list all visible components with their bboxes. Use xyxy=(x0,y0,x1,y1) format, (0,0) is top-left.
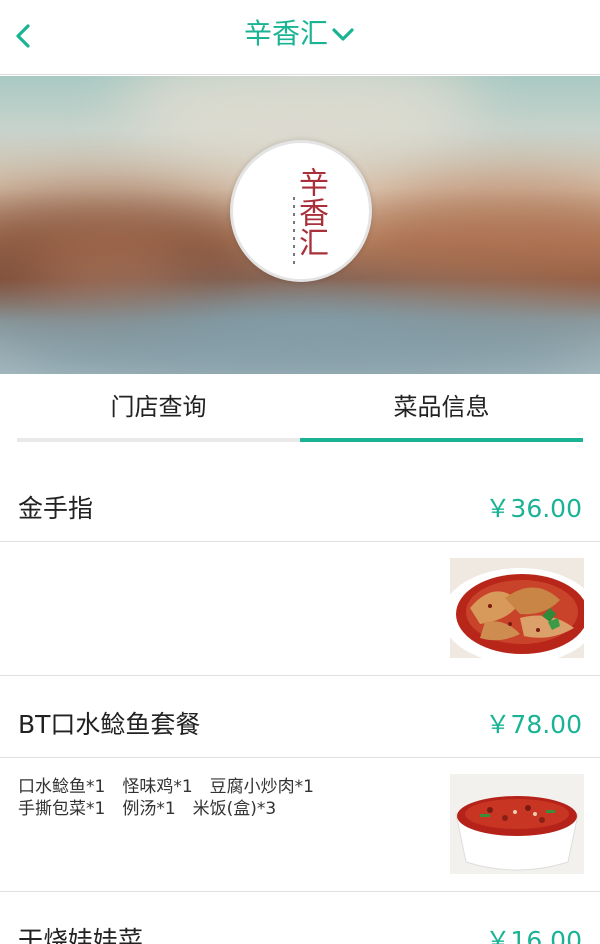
dish-name: 金手指 xyxy=(18,494,94,523)
chevron-down-icon xyxy=(332,28,354,41)
tab-label: 菜品信息 xyxy=(393,393,490,421)
banner-blur xyxy=(30,236,190,306)
tab-store-query[interactable]: 门店查询 xyxy=(17,374,300,442)
store-logo: 辛香汇 xyxy=(230,140,372,282)
dish-header[interactable]: 金手指 ￥36.00 xyxy=(0,476,600,542)
dish-header[interactable]: BT口水鲶鱼套餐 ￥78.00 xyxy=(0,692,600,758)
tab-indicator xyxy=(17,438,300,442)
dish-image[interactable] xyxy=(450,558,584,658)
dish-header[interactable]: 干烧娃娃菜 ￥16.00 xyxy=(0,908,600,944)
tab-indicator-active xyxy=(300,438,583,442)
logo-text: 辛香汇 xyxy=(293,167,328,257)
page-title: 辛香汇 xyxy=(243,17,328,50)
dish-body: 口水鲶鱼*1 怪味鸡*1 豆腐小炒肉*1 手撕包菜*1 例汤*1 米饭(盒)*3 xyxy=(0,758,600,892)
dish-description: 口水鲶鱼*1 怪味鸡*1 豆腐小炒肉*1 手撕包菜*1 例汤*1 米饭(盒)*3 xyxy=(18,776,418,820)
dish-description-line: 手撕包菜*1 例汤*1 米饭(盒)*3 xyxy=(18,799,277,819)
top-bar: 辛香汇 xyxy=(0,0,600,75)
dish-image[interactable] xyxy=(450,774,584,874)
dish-photo-spicy-fish xyxy=(450,774,584,874)
dish-name: BT口水鲶鱼套餐 xyxy=(18,710,201,739)
dish-price: ￥16.00 xyxy=(485,926,582,944)
dish-price: ￥36.00 xyxy=(485,494,582,523)
store-selector[interactable]: 辛香汇 xyxy=(0,14,600,54)
dish-description-line: 口水鲶鱼*1 怪味鸡*1 豆腐小炒肉*1 xyxy=(18,777,314,797)
banner-blur xyxy=(360,186,600,306)
dish-price: ￥78.00 xyxy=(485,710,582,739)
banner-blur xyxy=(0,296,600,374)
dish-body xyxy=(0,542,600,676)
dish-name: 干烧娃娃菜 xyxy=(18,926,144,944)
tab-label: 门店查询 xyxy=(110,393,207,421)
tab-bar: 门店查询 菜品信息 xyxy=(17,374,583,442)
dish-photo-chicken-feet xyxy=(450,558,584,658)
tab-dish-info[interactable]: 菜品信息 xyxy=(300,374,583,442)
